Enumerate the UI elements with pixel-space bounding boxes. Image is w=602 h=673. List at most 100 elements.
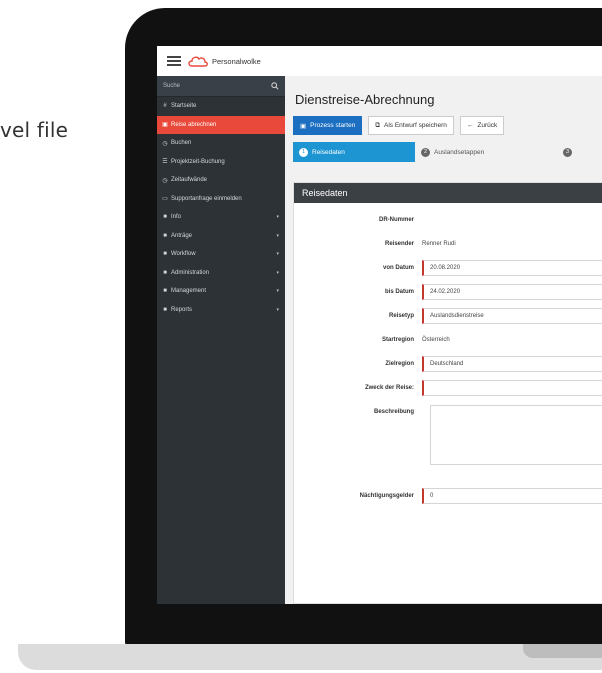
app-screen: Personalwolke Suche # Startseite ▣ Reise ab… xyxy=(157,46,602,604)
brand-name: Personalwolke xyxy=(212,56,261,66)
laptop-base xyxy=(18,644,602,670)
zielregion-select[interactable]: Deutschland xyxy=(422,356,602,372)
sidebar-item-label: Startseite xyxy=(171,103,197,110)
laptop-notch xyxy=(523,644,602,658)
step-label: Reisedaten xyxy=(312,148,345,156)
action-buttons: ▣ Prozess starten ⧉ Als Entwurf speicher… xyxy=(293,116,505,135)
sidebar-item-administration[interactable]: ■ Administration ▾ xyxy=(157,264,285,283)
sidebar-item-zeitaufwände[interactable]: ◷ Zeitaufwände xyxy=(157,171,285,190)
beschreibung-label: Beschreibung xyxy=(373,409,414,415)
von-datum-label: von Datum xyxy=(382,265,414,271)
form-panel: Reisedaten DR-Nummer Reisender Renner Ru… xyxy=(293,182,602,604)
sidebar: Suche # Startseite ▣ Reise abrechnen ◷ Buchen… xyxy=(157,76,285,604)
chevron-down-icon[interactable]: ▾ xyxy=(276,214,279,220)
reisetyp-select[interactable]: Auslandsdienstreise xyxy=(422,308,602,324)
sidebar-item-label: Workflow xyxy=(171,251,196,258)
sidebar-item-icon: ☰ xyxy=(162,159,168,166)
sidebar-item-icon: ■ xyxy=(163,251,167,258)
sidebar-item-reports[interactable]: ■ Reports ▾ xyxy=(157,301,285,320)
sidebar-item-icon: ◷ xyxy=(162,177,168,184)
save-icon: ▣ xyxy=(300,122,307,130)
sidebar-item-label: Info xyxy=(171,214,182,221)
arrow-left-icon: ← xyxy=(466,122,474,129)
save-draft-button[interactable]: ⧉ Als Entwurf speichern xyxy=(368,116,454,135)
search-box[interactable]: Suche xyxy=(157,76,285,97)
sidebar-item-icon: ■ xyxy=(163,288,167,295)
cloud-logo-icon xyxy=(188,56,208,67)
zweck-field[interactable] xyxy=(422,380,602,396)
von-datum-field[interactable]: 20.08.2020 xyxy=(422,260,602,276)
row-reisetyp: Reisetyp Auslandsdienstreise xyxy=(294,307,602,325)
naechtigung-field[interactable]: 0 xyxy=(422,488,602,504)
sidebar-item-management[interactable]: ■ Management ▾ xyxy=(157,282,285,301)
reisender-value: Renner Rudi xyxy=(422,241,456,247)
sidebar-item-icon: # xyxy=(163,103,167,110)
sidebar-item-anträge[interactable]: ■ Anträge ▾ xyxy=(157,227,285,246)
sidebar-item-projektzeit-buchung[interactable]: ☰ Projektzeit-Buchung xyxy=(157,153,285,172)
row-zweck: Zweck der Reise: xyxy=(294,379,602,397)
sidebar-item-buchen[interactable]: ◷ Buchen xyxy=(157,134,285,153)
sidebar-item-icon: ◷ xyxy=(162,140,168,147)
sidebar-item-workflow[interactable]: ■ Workflow ▾ xyxy=(157,245,285,264)
chevron-down-icon[interactable]: ▾ xyxy=(276,307,279,313)
row-von-datum: von Datum 20.08.2020 xyxy=(294,259,602,277)
zielregion-label: Zielregion xyxy=(385,361,414,367)
chevron-down-icon[interactable]: ▾ xyxy=(276,233,279,239)
step-reisedaten[interactable]: 1 Reisedaten xyxy=(293,142,415,162)
row-reisender: Reisender Renner Rudi xyxy=(294,235,602,253)
sidebar-item-icon: ■ xyxy=(163,232,167,239)
zweck-label: Zweck der Reise: xyxy=(364,385,414,391)
step-number: 3 xyxy=(563,147,572,157)
start-process-label: Prozess starten xyxy=(310,122,356,129)
sidebar-item-info[interactable]: ■ Info ▾ xyxy=(157,208,285,227)
draft-icon: ⧉ xyxy=(375,121,380,129)
beschreibung-textarea[interactable] xyxy=(430,405,602,465)
back-label: Zurück xyxy=(477,122,498,129)
sidebar-item-label: Projektzeit-Buchung xyxy=(171,158,225,165)
step-label: Auslandsetappen xyxy=(434,148,485,156)
startregion-label: Startregion xyxy=(381,337,414,343)
sidebar-item-supportanfrage-einmelden[interactable]: ▭ Supportanfrage einmelden xyxy=(157,190,285,209)
page-title: Dienstreise-Abrechnung xyxy=(295,92,435,107)
search-icon[interactable] xyxy=(271,82,279,90)
back-button[interactable]: ← Zurück xyxy=(459,116,505,135)
sidebar-item-icon: ▣ xyxy=(162,122,168,129)
sidebar-item-label: Buchen xyxy=(171,140,192,147)
panel-title: Reisedaten xyxy=(294,183,602,203)
sidebar-item-icon: ▭ xyxy=(162,196,168,203)
sidebar-item-label: Administration xyxy=(171,269,210,276)
bis-datum-label: bis Datum xyxy=(384,289,414,295)
reisender-label: Reisender xyxy=(384,241,414,247)
sidebar-item-label: Zeitaufwände xyxy=(171,177,208,184)
step-auslandsetappen[interactable]: 2 Auslandsetappen xyxy=(415,142,557,162)
row-startregion: Startregion Österreich xyxy=(294,331,602,349)
reisetyp-label: Reisetyp xyxy=(388,313,414,319)
sidebar-item-startseite[interactable]: # Startseite xyxy=(157,97,285,116)
sidebar-item-label: Reise abrechnen xyxy=(171,121,217,128)
step-number: 1 xyxy=(299,147,308,157)
row-naechtigung: Nächtigungsgelder 0 xyxy=(294,487,602,505)
top-bar: Personalwolke xyxy=(157,46,602,77)
background-text: vel file xyxy=(0,118,69,142)
start-process-button[interactable]: ▣ Prozess starten xyxy=(293,116,363,135)
wizard-steps: 1 Reisedaten 2 Auslandsetappen 3 xyxy=(293,142,602,162)
chevron-down-icon[interactable]: ▾ xyxy=(276,251,279,257)
row-zielregion: Zielregion Deutschland xyxy=(294,355,602,373)
startregion-value: Österreich xyxy=(422,337,450,343)
step-number: 2 xyxy=(421,147,430,157)
main-content: Dienstreise-Abrechnung ▣ Prozess starten… xyxy=(285,76,602,604)
sidebar-item-reise-abrechnen[interactable]: ▣ Reise abrechnen xyxy=(157,115,285,134)
search-input[interactable]: Suche xyxy=(163,83,180,89)
sidebar-item-icon: ■ xyxy=(163,269,167,276)
hamburger-icon[interactable] xyxy=(167,56,181,66)
row-dr-nummer: DR-Nummer xyxy=(294,211,602,229)
sidebar-item-label: Reports xyxy=(171,306,193,313)
bis-datum-field[interactable]: 24.02.2020 xyxy=(422,284,602,300)
dr-nummer-label: DR-Nummer xyxy=(378,217,414,223)
sidebar-item-label: Anträge xyxy=(171,232,193,239)
save-draft-label: Als Entwurf speichern xyxy=(383,122,447,129)
chevron-down-icon[interactable]: ▾ xyxy=(276,270,279,276)
step-3[interactable]: 3 xyxy=(557,142,582,162)
sidebar-item-icon: ■ xyxy=(163,214,167,221)
chevron-down-icon[interactable]: ▾ xyxy=(276,288,279,294)
